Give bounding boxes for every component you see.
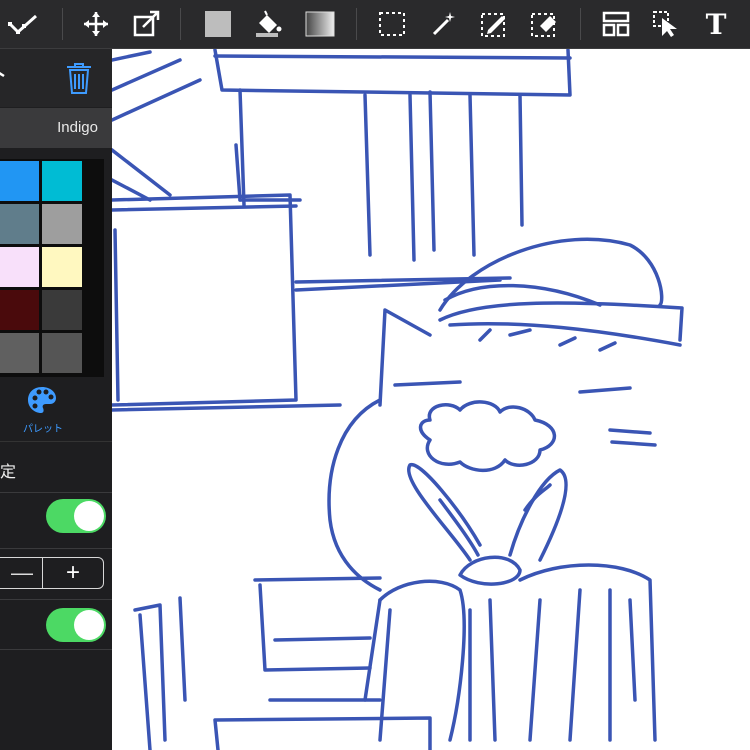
color-swatch[interactable] <box>0 161 39 201</box>
transform-icon[interactable] <box>126 4 166 44</box>
color-swatch[interactable] <box>0 290 39 330</box>
palette-icon <box>28 387 56 413</box>
color-swatch[interactable] <box>0 247 39 287</box>
color-swatch[interactable] <box>42 204 82 244</box>
palette-tab[interactable]: パレット <box>0 379 112 439</box>
drawing-canvas[interactable] <box>112 49 750 750</box>
select-pointer-icon[interactable] <box>646 4 686 44</box>
color-swatch[interactable] <box>0 204 39 244</box>
color-panel: Indigo パレット 定 — + <box>0 49 112 750</box>
selection-pen-icon[interactable] <box>474 4 514 44</box>
chevron-back-icon[interactable] <box>0 69 8 83</box>
toggle-switch-1[interactable] <box>46 499 106 533</box>
rect-select-icon[interactable] <box>372 4 412 44</box>
text-tool-icon[interactable]: T <box>696 4 736 44</box>
move-icon[interactable] <box>76 4 116 44</box>
gradient-icon[interactable] <box>300 4 340 44</box>
current-color-row[interactable]: Indigo <box>0 108 112 148</box>
toggle-switch-2[interactable] <box>46 608 106 642</box>
settings-row-toggle-1 <box>0 492 112 539</box>
panel-header <box>0 49 112 107</box>
color-swatch[interactable] <box>42 290 82 330</box>
color-swatch[interactable] <box>42 161 82 201</box>
trash-icon[interactable] <box>63 61 95 95</box>
magic-wand-icon[interactable] <box>424 4 464 44</box>
stepper-minus-button[interactable]: — <box>5 558 39 588</box>
color-swatch[interactable] <box>42 247 82 287</box>
color-swatch[interactable] <box>0 333 39 373</box>
fill-color-icon[interactable] <box>198 4 238 44</box>
settings-row-toggle-2 <box>0 599 112 650</box>
value-stepper: — + <box>0 557 104 589</box>
main-toolbar: T <box>0 0 750 49</box>
vertex-edit-icon[interactable] <box>4 4 44 44</box>
palette-tab-label: パレット <box>23 424 63 435</box>
color-name-label: Indigo <box>57 119 98 136</box>
stepper-plus-button[interactable]: + <box>43 558 103 588</box>
settings-heading-label: 定 <box>0 464 17 481</box>
swatch-grid <box>0 159 104 377</box>
color-swatch[interactable] <box>42 333 82 373</box>
layout-icon[interactable] <box>596 4 636 44</box>
settings-heading: 定 <box>0 441 112 492</box>
sketch-artwork <box>112 49 684 750</box>
bucket-icon[interactable] <box>248 4 288 44</box>
text-tool-glyph: T <box>705 7 727 41</box>
settings-row-stepper: — + <box>0 548 112 595</box>
selection-eraser-icon[interactable] <box>524 4 564 44</box>
settings-row-empty <box>0 649 112 750</box>
